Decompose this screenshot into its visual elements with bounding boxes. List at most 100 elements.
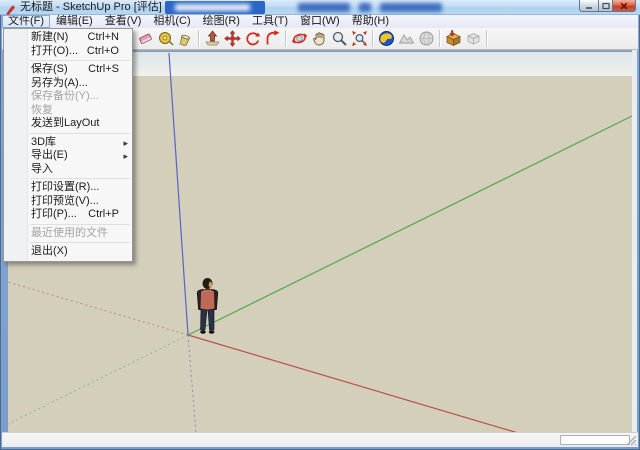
measurements-box[interactable] — [560, 435, 630, 445]
push-pull-tool-button[interactable] — [202, 29, 222, 49]
eraser-tool-button[interactable] — [135, 29, 155, 49]
menu-camera[interactable]: 相机(C) — [147, 15, 196, 28]
titlebar[interactable]: 无标题 - SketchUp Pro [评估] — [0, 0, 640, 15]
menu-item-recent-files: 最近使用的文件 — [4, 227, 132, 241]
file-menu-dropdown: 新建(N) Ctrl+N 打开(O)... Ctrl+O 保存(S) Ctrl+S 另… — [3, 28, 133, 262]
menu-item-label: 保存备份(Y)... — [31, 90, 99, 103]
toolbar-separator — [370, 30, 375, 47]
menu-item-export[interactable]: 导出(E) — [4, 149, 132, 163]
statusbar — [2, 432, 638, 447]
3d-warehouse-box-icon — [445, 30, 462, 47]
toggle-terrain-button[interactable] — [396, 29, 416, 49]
follow-me-icon — [264, 30, 281, 47]
menu-separator — [30, 242, 130, 243]
menu-window[interactable]: 窗口(W) — [294, 15, 346, 28]
menu-item-label: 打印设置(R)... — [31, 181, 99, 194]
blurred-watermark-text — [298, 3, 442, 12]
follow-me-tool-button[interactable] — [262, 29, 282, 49]
get-models-button[interactable] — [443, 29, 463, 49]
menu-item-label: 退出(X) — [31, 245, 68, 258]
green-axis — [188, 116, 632, 335]
zoom-extents-icon — [351, 30, 368, 47]
resize-grip-icon[interactable] — [626, 435, 637, 446]
green-axis-dotted — [8, 335, 188, 424]
menu-item-save-as[interactable]: 另存为(A)... — [4, 77, 132, 91]
move-icon — [224, 30, 241, 47]
menu-separator — [30, 60, 130, 61]
components-button[interactable] — [463, 29, 483, 49]
menubar: 文件(F) 编辑(E) 查看(V) 相机(C) 绘图(R) 工具(T) 窗口(W… — [2, 15, 638, 28]
menu-item-label: 打开(O)... — [31, 45, 78, 58]
window-title: 无标题 - SketchUp Pro [评估] — [20, 1, 162, 14]
toolbar-separator — [437, 30, 442, 47]
menu-item-label: 保存(S) — [31, 63, 68, 76]
menu-item-open[interactable]: 打开(O)... Ctrl+O — [4, 45, 132, 59]
menu-draw[interactable]: 绘图(R) — [197, 15, 246, 28]
close-icon — [620, 2, 628, 10]
push-pull-icon — [204, 30, 221, 47]
menu-item-print-preview[interactable]: 打印预览(V)... — [4, 195, 132, 209]
maximize-icon — [602, 2, 610, 10]
orbit-icon — [291, 30, 308, 47]
paint-bucket-tool-button[interactable] — [175, 29, 195, 49]
menu-item-3d-warehouse[interactable]: 3D库 — [4, 136, 132, 150]
pan-tool-button[interactable] — [309, 29, 329, 49]
eraser-icon — [137, 30, 154, 47]
menu-item-exit[interactable]: 退出(X) — [4, 245, 132, 259]
menu-item-shortcut: Ctrl+S — [88, 63, 119, 76]
menu-separator — [30, 224, 130, 225]
red-axis-dotted — [8, 282, 188, 335]
toolbar-separator — [283, 30, 288, 47]
menu-item-print-setup[interactable]: 打印设置(R)... — [4, 181, 132, 195]
menu-item-label: 新建(N) — [31, 31, 68, 44]
menu-item-print[interactable]: 打印(P)...Ctrl+P — [4, 208, 132, 222]
menu-item-shortcut: Ctrl+N — [88, 31, 119, 44]
zoom-icon — [331, 30, 348, 47]
zoom-extents-tool-button[interactable] — [349, 29, 369, 49]
pan-icon — [311, 30, 328, 47]
menu-item-save[interactable]: 保存(S) Ctrl+S — [4, 63, 132, 77]
menu-item-label: 导出(E) — [31, 149, 68, 162]
menu-item-save-backup: 保存备份(Y)... — [4, 90, 132, 104]
orbit-tool-button[interactable] — [289, 29, 309, 49]
menu-item-label: 另存为(A)... — [31, 77, 88, 90]
photo-textures-button[interactable] — [416, 29, 436, 49]
menu-item-shortcut: Ctrl+O — [87, 45, 119, 58]
add-location-globe-icon — [378, 30, 395, 47]
blue-axis — [169, 53, 188, 335]
add-location-button[interactable] — [376, 29, 396, 49]
sketchup-logo-icon — [5, 2, 16, 13]
blurred-watermark-badge — [165, 1, 265, 14]
tape-measure-tool-button[interactable] — [155, 29, 175, 49]
rotate-tool-button[interactable] — [242, 29, 262, 49]
menu-tools[interactable]: 工具(T) — [246, 15, 294, 28]
menu-item-send-to-layout[interactable]: 发送到LayOut — [4, 117, 132, 131]
menu-item-label: 发送到LayOut — [31, 117, 99, 130]
menu-file[interactable]: 文件(F) — [2, 15, 50, 28]
zoom-tool-button[interactable] — [329, 29, 349, 49]
toolbar-separator — [484, 30, 489, 47]
menu-item-label: 3D库 — [31, 136, 56, 149]
menu-item-label: 最近使用的文件 — [31, 227, 108, 240]
menu-item-import[interactable]: 导入 — [4, 163, 132, 177]
menu-edit[interactable]: 编辑(E) — [50, 15, 99, 28]
red-axis — [188, 335, 518, 433]
rotate-icon — [244, 30, 261, 47]
menu-item-shortcut: Ctrl+P — [88, 208, 119, 221]
minimize-icon — [585, 2, 593, 10]
window-controls — [579, 0, 636, 12]
sketchup-window: 无标题 - SketchUp Pro [评估] 文件(F) 编辑(E) 查看(V… — [0, 0, 640, 450]
menu-item-revert: 恢复 — [4, 104, 132, 118]
menu-item-label: 打印预览(V)... — [31, 195, 99, 208]
move-tool-button[interactable] — [222, 29, 242, 49]
canvas-right-gutter — [632, 50, 637, 432]
menu-view[interactable]: 查看(V) — [99, 15, 148, 28]
photo-textures-globe-icon — [418, 30, 435, 47]
menu-help[interactable]: 帮助(H) — [346, 15, 395, 28]
menu-item-label: 恢复 — [31, 104, 53, 117]
maximize-button[interactable] — [599, 0, 613, 12]
close-button[interactable] — [613, 0, 636, 12]
tape-measure-icon — [157, 30, 174, 47]
menu-item-new[interactable]: 新建(N) Ctrl+N — [4, 31, 132, 45]
minimize-button[interactable] — [579, 0, 599, 12]
